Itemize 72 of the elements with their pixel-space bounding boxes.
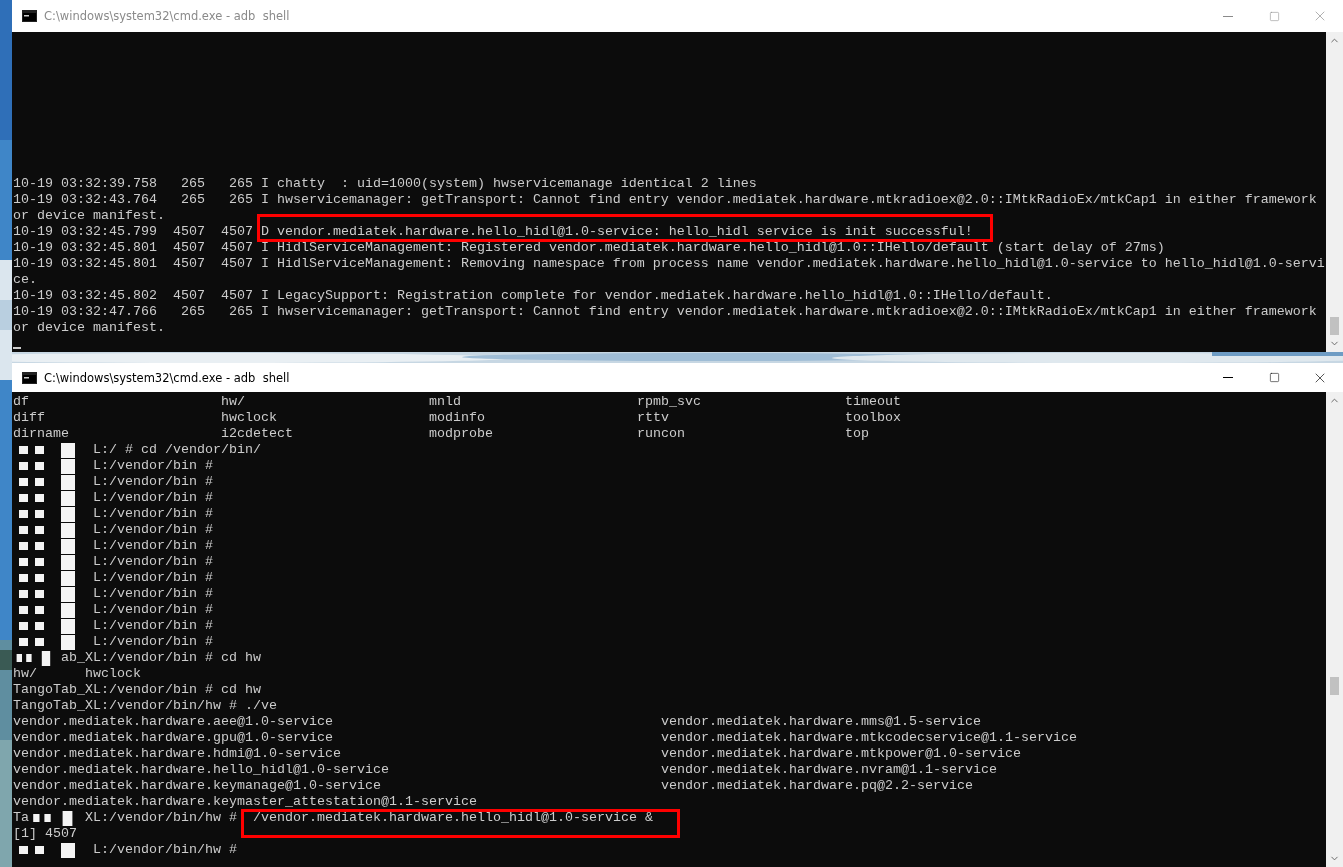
terminal-text: L:/ # cd /vendor/bin/ <box>93 442 261 458</box>
file-name: vendor.mediatek.hardware.mms@1.5-service <box>661 714 982 730</box>
terminal-text: 10-19 03:32:43.764 265 265 I hwservicemanager: getTransport: Cannot find entry vendor.mediatek.hardware.mtkradioex@2.0::IMtkRadioEx/mtkCap1 in either framework <box>13 192 1317 208</box>
terminal-text: L:/vendor/bin/hw # <box>93 842 237 858</box>
terminal-text: 10-19 03:32:45.801 4507 4507 I HidlServiceManagement: Registered vendor.mediatek.hardware.hello_hidl@1.0::IHello/default (start delay of 27ms) <box>13 240 1165 256</box>
terminal-text: L:/vendor/bin # <box>93 474 213 490</box>
window-title: C:\windows\system32\cmd.exe - adb shell <box>44 370 291 385</box>
terminal-text: L:/vendor/bin # <box>93 522 213 538</box>
file-name: vendor.mediatek.hardware.pq@2.2-service <box>661 778 974 794</box>
terminal-text: TangoTab_XL:/vendor/bin/hw # ./ve <box>13 698 277 714</box>
maximize-icon <box>1268 10 1280 22</box>
file-name: vendor.mediatek.hardware.hello_hidl@1.0-service <box>13 762 390 778</box>
terminal-text: or device manifest. <box>13 320 165 336</box>
terminal-text: L:/vendor/bin # <box>93 554 213 570</box>
window-title: C:\windows\system32\cmd.exe - adb shell <box>44 9 291 23</box>
file-name: modprobe <box>429 426 494 442</box>
terminal-text: ab_XL:/vendor/bin # cd hw <box>61 650 261 666</box>
terminal-text: Ta <box>13 810 29 826</box>
file-name: vendor.mediatek.hardware.mtkcodecservice@1.1-service <box>661 730 1078 746</box>
terminal-text: D vendor.mediatek.hardware.hello_hidl@1.0-service: hello_hidl service is init successful! <box>260 224 973 240</box>
terminal-text: ce. <box>13 272 37 288</box>
terminal-text: L:/vendor/bin # <box>93 506 213 522</box>
file-name: modinfo <box>429 410 486 426</box>
file-name: vendor.mediatek.hardware.gpu@1.0-service <box>13 730 334 746</box>
file-name: vendor.mediatek.hardware.keymanage@1.0-service <box>13 778 382 794</box>
terminal-text: 10-19 03:32:47.766 265 265 I hwservicemanager: getTransport: Cannot find entry vendor.mediatek.hardware.mtkradioex@2.0::IMtkRadioEx/mtkCap1 in either framework <box>13 304 1317 320</box>
terminal-text: hw/ hwclock <box>13 666 141 682</box>
text-cursor <box>13 347 21 349</box>
file-name: dirname <box>13 426 70 442</box>
file-name: timeout <box>845 394 902 410</box>
terminal-text: XL:/vendor/bin/hw # <box>85 810 238 826</box>
terminal-text: L:/vendor/bin # <box>93 602 213 618</box>
minimize-icon <box>1223 15 1233 17</box>
terminal-text: L:/vendor/bin # <box>93 618 213 634</box>
file-name: toolbox <box>845 410 902 426</box>
file-name: vendor.mediatek.hardware.aee@1.0-service <box>13 714 334 730</box>
file-name: vendor.mediatek.hardware.nvram@1.1-service <box>661 762 998 778</box>
terminal-text: TangoTab_XL:/vendor/bin # cd hw <box>13 682 261 698</box>
file-name: i2cdetect <box>221 426 294 442</box>
terminal-text: 10-19 03:32:45.802 4507 4507 I LegacySupport: Registration complete for vendor.mediatek.hardware.hello_hidl@1.0::IHello/default. <box>13 288 1053 304</box>
file-name: top <box>845 426 870 442</box>
scrollbar[interactable] <box>1326 392 1343 867</box>
terminal-text: vendor.mediatek.hardware.keymaster_attestation@1.1-service <box>13 794 477 810</box>
file-name: hw/ <box>221 394 246 410</box>
terminal-text: 10-19 03:32:45.801 4507 4507 I HidlServiceManagement: Removing namespace from process name vendor.mediatek.hardware.hello_hidl@1.0-service to hello_hidl@1.0-servi <box>13 256 1325 272</box>
scroll-thumb[interactable] <box>1330 677 1339 695</box>
terminal-text: 10-19 03:32:39.758 265 265 I chatty : uid=1000(system) hwservicemanage identical 2 lines <box>13 176 757 192</box>
terminal-text: 10-19 03:32:45.799 4507 4507 <box>13 224 254 240</box>
file-name: vendor.mediatek.hardware.mtkpower@1.0-service <box>661 746 1022 762</box>
minimize-icon <box>1223 377 1233 378</box>
file-name: rpmb_svc <box>637 394 702 410</box>
file-name: mnld <box>429 394 462 410</box>
file-name: rttv <box>637 410 670 426</box>
terminal-text: L:/vendor/bin # <box>93 458 213 474</box>
terminal-text: L:/vendor/bin # <box>93 586 213 602</box>
terminal-text: L:/vendor/bin # <box>93 570 213 586</box>
maximize-icon <box>1268 372 1280 383</box>
terminal-text: L:/vendor/bin # <box>93 634 213 650</box>
file-name: runcon <box>637 426 686 442</box>
terminal-text: or device manifest. <box>13 208 165 224</box>
terminal-text: /vendor.mediatek.hardware.hello_hidl@1.0-service & <box>244 810 653 826</box>
file-name: diff <box>13 410 46 426</box>
file-name: df <box>13 394 30 410</box>
terminal-text: [1] 4507 <box>13 826 77 842</box>
terminal-icon <box>22 10 37 22</box>
scrollbar[interactable] <box>1326 32 1343 352</box>
scroll-thumb[interactable] <box>1330 316 1339 335</box>
terminal-text: L:/vendor/bin # <box>93 538 213 554</box>
terminal-text: L:/vendor/bin # <box>93 490 213 506</box>
terminal-icon <box>22 371 37 384</box>
file-name: vendor.mediatek.hardware.hdmi@1.0-service <box>13 746 342 762</box>
file-name: hwclock <box>221 410 278 426</box>
